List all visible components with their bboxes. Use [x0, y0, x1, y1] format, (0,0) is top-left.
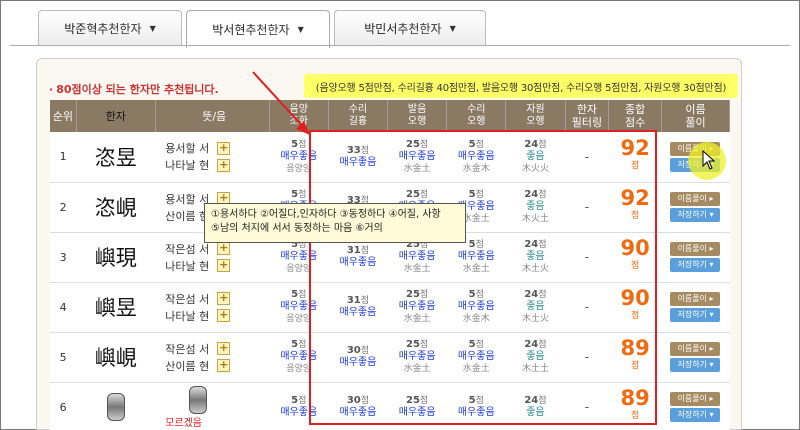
mouse-pointer-icon [702, 150, 716, 170]
tooltip-line: ⑤남의 처지에 서서 동정하는 마음 ⑥거의 [211, 223, 383, 234]
meaning-tooltip: ①용서하다 ②어질다,인자하다 ③동정하다 ④어질, 사항 ⑤남의 처지에 서서… [204, 203, 466, 243]
tooltip-line: ①용서하다 ②어질다,인자하다 ③동정하다 ④어질, 사항 [211, 209, 441, 220]
